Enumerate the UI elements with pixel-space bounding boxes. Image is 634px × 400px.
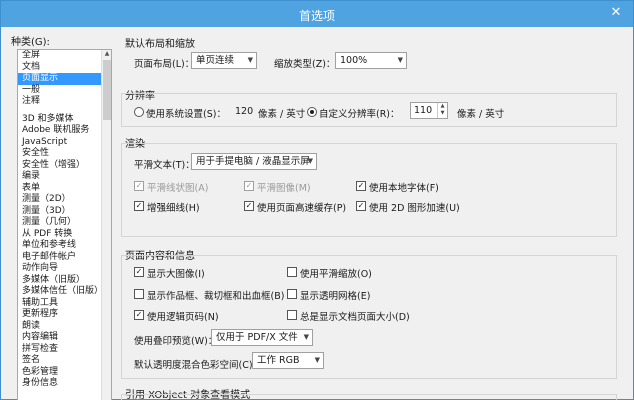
- checkbox[interactable]: ✓: [134, 310, 144, 320]
- title-bar: 首选项 ✕: [1, 1, 633, 27]
- page-layout-label: 页面布局(L)：: [134, 59, 195, 70]
- category-item[interactable]: 测量（几何）: [18, 217, 111, 229]
- smooth-text-value: 用于手提电脑 / 液晶显示屏: [196, 156, 310, 167]
- resolution-unit-1: 像素 / 英寸: [258, 109, 306, 120]
- checkbox: ✓: [244, 181, 254, 191]
- checkbox-label: 平滑图像(M): [257, 183, 311, 194]
- page-layout-select[interactable]: 单页连续 ▼: [191, 52, 257, 69]
- categories-scrollbar[interactable]: ▲: [101, 50, 111, 400]
- category-item[interactable]: 色彩管理: [18, 367, 111, 379]
- category-item[interactable]: 安全性: [18, 148, 111, 160]
- custom-resolution-radio[interactable]: [307, 107, 317, 117]
- category-item[interactable]: 表单: [18, 183, 111, 195]
- checkbox-label: 平滑线状图(A): [147, 183, 209, 194]
- checkbox[interactable]: ✓: [356, 181, 366, 191]
- zoom-type-value: 100%: [340, 55, 368, 66]
- scroll-thumb[interactable]: [103, 60, 111, 120]
- category-item[interactable]: 更新程序: [18, 309, 111, 321]
- preferences-window: 首选项 ✕ 种类(G): 全屏 文档 页面显示 一般 注释 3D 和多媒体 Adobe 联机…: [0, 0, 634, 400]
- checkbox[interactable]: ✓: [244, 201, 254, 211]
- category-item[interactable]: 辅助工具: [18, 298, 111, 310]
- category-item[interactable]: 单位和参考线: [18, 240, 111, 252]
- system-resolution-label: 使用系统设置(S)：: [146, 109, 226, 120]
- category-item[interactable]: 测量（3D）: [18, 206, 111, 218]
- category-item[interactable]: 全屏: [18, 50, 111, 62]
- system-resolution-radio[interactable]: [134, 107, 144, 117]
- spinner-arrows-icon[interactable]: ▲ ▼: [437, 103, 447, 118]
- close-icon[interactable]: ✕: [605, 4, 627, 22]
- checkbox-label: 显示透明网格(E): [300, 291, 371, 302]
- category-item[interactable]: 测量（2D）: [18, 194, 111, 206]
- category-item[interactable]: 页面显示: [18, 73, 111, 85]
- checkbox[interactable]: [287, 310, 297, 320]
- categories-list[interactable]: 全屏 文档 页面显示 一般 注释 3D 和多媒体 Adobe 联机服务 JavaScript 安…: [17, 49, 112, 400]
- overprint-label: 使用叠印预览(W)：: [134, 336, 218, 347]
- category-item[interactable]: 注释: [18, 96, 111, 108]
- category-item[interactable]: 从 PDF 转换: [18, 229, 111, 241]
- checkbox-label: 显示大图像(I): [147, 269, 205, 280]
- checkbox-label: 使用本地字体(F): [369, 183, 439, 194]
- checkbox[interactable]: ✓: [356, 201, 366, 211]
- smooth-text-label: 平滑文本(T)：: [134, 160, 195, 171]
- checkbox[interactable]: ✓: [134, 267, 144, 277]
- checkbox-label: 使用平滑缩放(O): [300, 269, 372, 280]
- checkbox-label: 使用 2D 图形加速(U): [369, 203, 460, 214]
- chevron-down-icon: ▼: [247, 56, 253, 64]
- custom-resolution-value: 110: [414, 105, 433, 116]
- chevron-down-icon: ▼: [314, 356, 320, 364]
- checkbox[interactable]: [287, 289, 297, 299]
- category-item[interactable]: 文档: [18, 62, 111, 74]
- checkbox-label: 显示作品框、裁切框和出血框(B): [147, 291, 285, 302]
- category-item[interactable]: 多媒体（旧版）: [18, 275, 111, 287]
- xobject-section: [121, 394, 617, 400]
- resolution-unit-2: 像素 / 英寸: [457, 109, 505, 120]
- scroll-up-icon[interactable]: ▲: [102, 50, 111, 60]
- checkbox-label: 使用逻辑页码(N): [147, 312, 219, 323]
- custom-resolution-spinner[interactable]: 110 ▲ ▼: [410, 102, 448, 119]
- category-item[interactable]: 多媒体信任（旧版）: [18, 286, 111, 298]
- category-item[interactable]: Adobe 联机服务: [18, 125, 111, 137]
- category-item[interactable]: 编录: [18, 171, 111, 183]
- category-item[interactable]: 朗读: [18, 321, 111, 333]
- category-item[interactable]: 内容编辑: [18, 332, 111, 344]
- category-item[interactable]: 签名: [18, 355, 111, 367]
- chevron-down-icon: ▼: [397, 56, 403, 64]
- categories-label: 种类(G):: [11, 37, 50, 48]
- blend-space-select[interactable]: 工作 RGB ▼: [252, 352, 324, 369]
- page-layout-value: 单页连续: [196, 55, 235, 66]
- checkbox-label: 总是显示文档页面大小(D): [300, 312, 410, 323]
- checkbox[interactable]: [134, 289, 144, 299]
- overprint-select[interactable]: 仅用于 PDF/X 文件 ▼: [211, 329, 313, 346]
- category-item[interactable]: 3D 和多媒体: [18, 114, 111, 126]
- category-item[interactable]: JavaScript: [18, 137, 111, 149]
- checkbox[interactable]: ✓: [134, 201, 144, 211]
- checkbox[interactable]: [287, 267, 297, 277]
- chevron-down-icon: ▼: [307, 157, 313, 165]
- blend-space-label: 默认透明度混合色彩空间(C)：: [134, 360, 263, 371]
- zoom-type-select[interactable]: 100% ▼: [335, 52, 407, 69]
- category-item[interactable]: 动作向导: [18, 263, 111, 275]
- blend-space-value: 工作 RGB: [257, 355, 300, 366]
- category-item[interactable]: 身份信息: [18, 378, 111, 390]
- category-item[interactable]: 电子邮件帐户: [18, 252, 111, 264]
- custom-resolution-label: 自定义分辨率(R)：: [319, 109, 400, 120]
- smooth-text-select[interactable]: 用于手提电脑 / 液晶显示屏 ▼: [191, 153, 317, 170]
- checkbox: ✓: [134, 181, 144, 191]
- category-item[interactable]: 拼写检查: [18, 344, 111, 356]
- category-item[interactable]: 安全性（增强）: [18, 160, 111, 172]
- zoom-type-label: 缩放类型(Z)：: [274, 59, 336, 70]
- window-title: 首选项: [298, 9, 335, 23]
- chevron-down-icon: ▼: [303, 333, 309, 341]
- system-resolution-value: 120: [235, 106, 254, 117]
- overprint-value: 仅用于 PDF/X 文件: [216, 332, 298, 343]
- checkbox-label: 使用页面高速缓存(P): [257, 203, 347, 214]
- checkbox-label: 增强细线(H): [147, 203, 200, 214]
- category-item[interactable]: 一般: [18, 85, 111, 97]
